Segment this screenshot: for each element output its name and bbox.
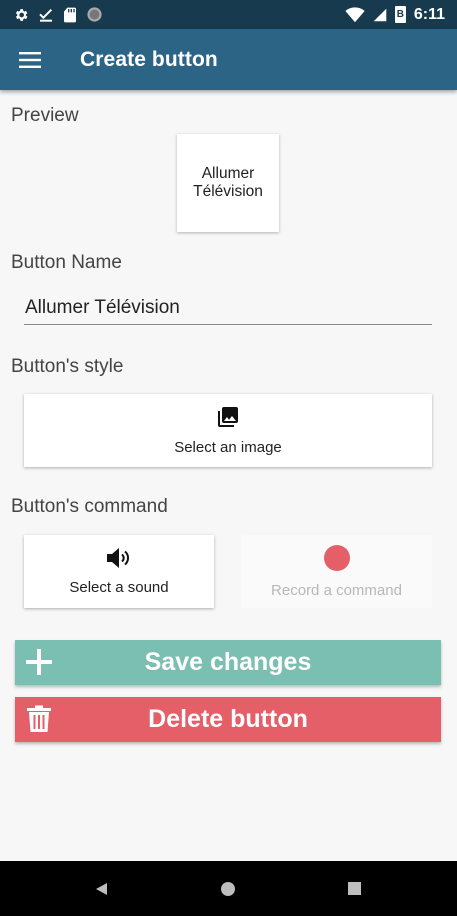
check-icon: [39, 8, 53, 22]
preview-tile[interactable]: Allumer Télévision: [177, 134, 279, 232]
record-command-button[interactable]: Record a command: [241, 535, 432, 608]
app-bar: Create button: [0, 29, 457, 90]
status-time: 6:11: [413, 5, 445, 23]
home-icon: [221, 881, 235, 896]
select-sound-button[interactable]: Select a sound: [24, 535, 214, 608]
save-changes-label: Save changes: [144, 648, 312, 676]
style-label: Button's style: [11, 356, 124, 377]
speaker-icon: [107, 548, 129, 568]
plus-icon: [26, 649, 52, 675]
system-nav-bar: [0, 861, 457, 916]
button-name-label: Button Name: [11, 252, 122, 273]
status-left-icons: [0, 6, 103, 23]
menu-button[interactable]: [0, 29, 60, 90]
recents-icon: [347, 882, 361, 895]
photo-library-icon: [218, 407, 238, 427]
select-sound-label: Select a sound: [69, 579, 169, 596]
back-icon: [96, 882, 107, 895]
battery-icon: B: [394, 6, 406, 23]
select-image-button[interactable]: Select an image: [24, 394, 432, 467]
delete-button-label: Delete button: [148, 705, 308, 733]
record-command-label: Record a command: [271, 582, 402, 599]
page-title: Create button: [80, 47, 218, 71]
nav-home-button[interactable]: [198, 861, 258, 916]
record-dot-icon: [323, 545, 350, 571]
button-name-input[interactable]: [24, 292, 432, 325]
preview-label: Preview: [11, 105, 79, 126]
sd-card-icon: [64, 7, 76, 22]
save-changes-button[interactable]: Save changes: [15, 640, 441, 685]
status-right-icons: B 6:11: [345, 0, 445, 29]
battery-charging-glyph: B: [396, 8, 404, 20]
gear-icon: [15, 8, 28, 21]
signal-icon: [373, 8, 387, 21]
delete-button[interactable]: Delete button: [15, 697, 441, 742]
circle-icon: [87, 7, 102, 22]
preview-tile-line1: Allumer: [201, 165, 255, 182]
command-label: Button's command: [11, 496, 168, 517]
nav-back-button[interactable]: [71, 861, 131, 916]
preview-tile-line2: Télévision: [193, 183, 263, 200]
wifi-icon: [345, 6, 365, 22]
preview-tile-text: Allumer Télévision: [193, 165, 263, 201]
select-image-label: Select an image: [174, 439, 282, 456]
hamburger-menu-icon: [19, 51, 41, 68]
nav-recents-button[interactable]: [324, 861, 384, 916]
status-bar: B 6:11: [0, 0, 457, 29]
trash-icon: [27, 705, 51, 732]
